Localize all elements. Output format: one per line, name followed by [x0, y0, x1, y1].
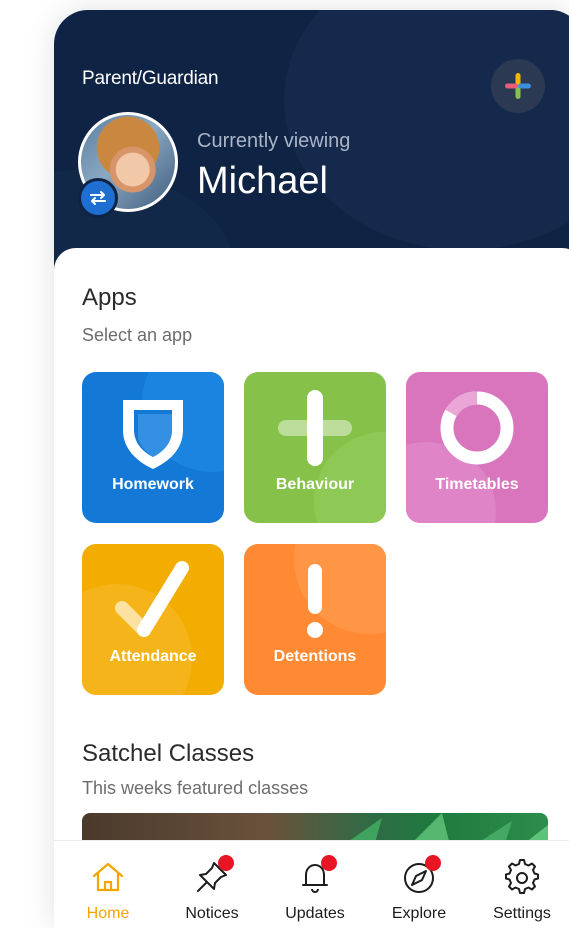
tab-label-notices: Notices [185, 905, 239, 922]
role-label: Parent/Guardian [82, 68, 219, 89]
tab-notices[interactable]: Notices [172, 841, 252, 928]
header: Parent/Guardian Currently viewing Michae… [54, 10, 569, 280]
ring-icon [440, 391, 514, 465]
app-label-timetables: Timetables [435, 476, 519, 493]
app-tile-homework[interactable]: Homework [82, 372, 224, 523]
tab-updates[interactable]: Updates [275, 841, 355, 928]
check-icon [115, 561, 189, 637]
add-button[interactable] [491, 59, 545, 113]
app-tile-detentions[interactable]: Detentions [244, 544, 386, 695]
swap-icon [90, 191, 106, 205]
notification-badge [218, 855, 234, 871]
tab-label-settings: Settings [493, 905, 551, 922]
plus-icon [505, 73, 531, 99]
notification-badge [321, 855, 337, 871]
tab-label-explore: Explore [391, 905, 447, 922]
home-icon [92, 862, 124, 892]
shield-icon [123, 400, 183, 469]
apps-title: Apps [82, 284, 137, 311]
tab-label-updates: Updates [285, 905, 345, 922]
notification-badge [425, 855, 441, 871]
app-tile-timetables[interactable]: Timetables [406, 372, 548, 523]
app-label-detentions: Detentions [273, 648, 357, 665]
viewing-label: Currently viewing [197, 130, 351, 152]
bottom-tab-bar: Home Notices Updates Explore Settings [54, 840, 569, 928]
classes-subtitle: This weeks featured classes [82, 778, 309, 798]
app-tile-behaviour[interactable]: Behaviour [244, 372, 386, 523]
exclamation-icon [307, 564, 323, 638]
classes-title: Satchel Classes [82, 740, 255, 767]
child-name: Michael [197, 160, 328, 202]
content-panel: Apps Select an app Homework Behaviour Ti… [54, 248, 569, 928]
app-label-attendance: Attendance [109, 648, 197, 665]
app-label-behaviour: Behaviour [275, 476, 355, 493]
app-tile-attendance[interactable]: Attendance [82, 544, 224, 695]
switch-child-button[interactable] [78, 178, 118, 218]
tab-home[interactable]: Home [68, 841, 148, 928]
tab-explore[interactable]: Explore [379, 841, 459, 928]
tab-label-home: Home [86, 905, 130, 922]
app-screen: Parent/Guardian Currently viewing Michae… [54, 10, 569, 928]
gear-icon [505, 859, 539, 894]
apps-subtitle: Select an app [82, 325, 193, 345]
app-label-homework: Homework [112, 476, 194, 493]
tab-settings[interactable]: Settings [482, 841, 562, 928]
plus-icon [278, 390, 352, 466]
